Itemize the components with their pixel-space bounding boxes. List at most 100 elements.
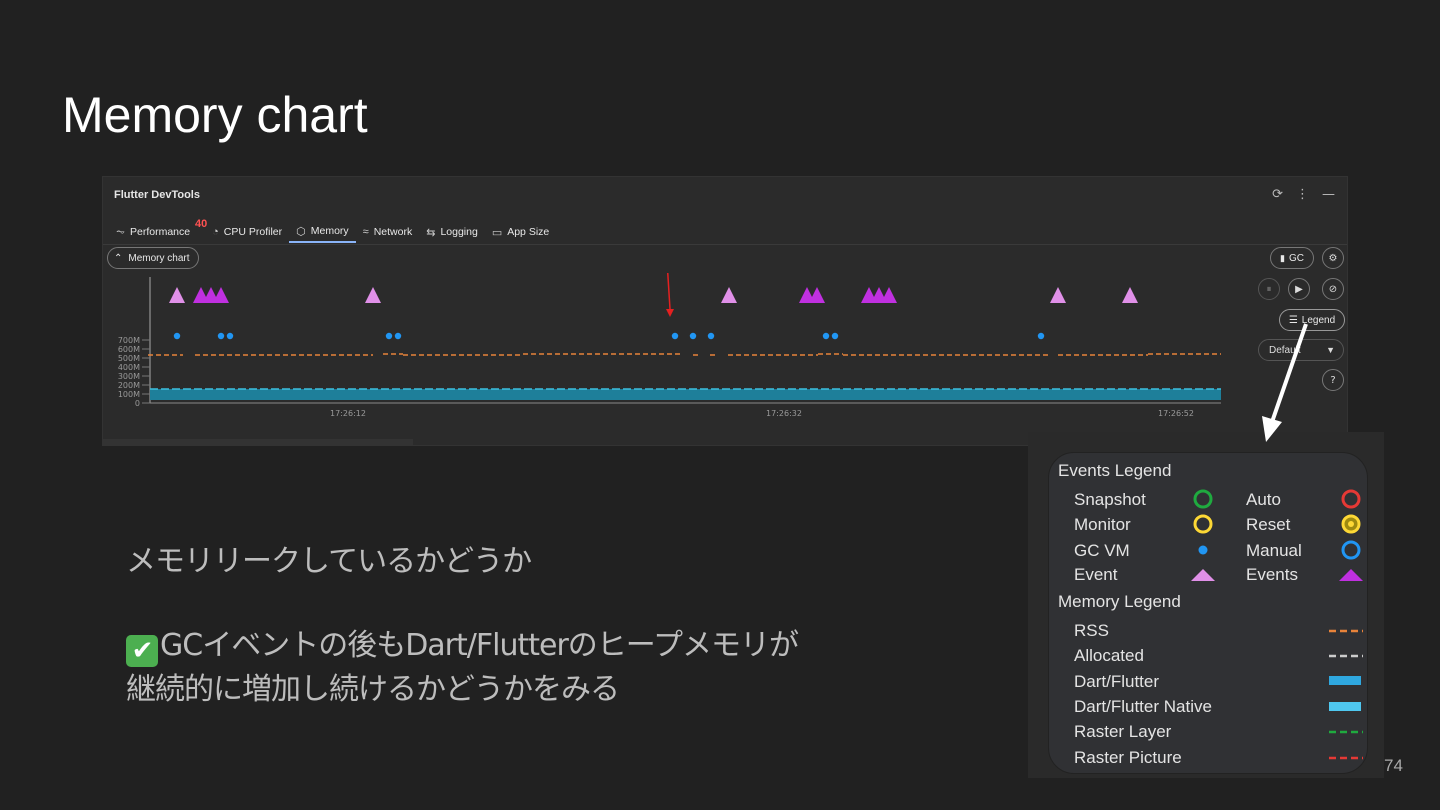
settings-button[interactable]: ⚙	[1322, 247, 1344, 269]
x-tick-label: 17:26:32	[766, 409, 802, 418]
y-tick-label: 400M	[118, 363, 140, 372]
y-tick-label: 0	[135, 399, 140, 408]
gc-label: GC	[1288, 252, 1304, 264]
more-vert-icon[interactable]: ⋮	[1296, 187, 1309, 202]
snapshot-icon	[1193, 489, 1213, 509]
chevron-up-icon: ⌃	[114, 252, 123, 264]
tab-label: Logging	[440, 226, 478, 238]
y-tick-label: 700M	[118, 336, 140, 345]
event-marker	[365, 287, 381, 303]
performance-icon: ⏦	[116, 225, 125, 238]
event-marker	[721, 287, 737, 303]
gc-vm-dot	[671, 332, 679, 340]
pause-icon: ⏸	[1266, 283, 1272, 295]
body-line-2: ✔ GCイベントの後もDart/Flutterのヒープメモリが	[126, 620, 799, 667]
memory-chart: 700M600M500M400M300M200M100M0 17:26:12 17…	[118, 273, 1221, 418]
minimize-icon[interactable]: —	[1322, 187, 1335, 202]
list-icon: ☰	[1288, 314, 1298, 326]
tab-divider	[103, 244, 1347, 245]
gc-vm-dot	[217, 332, 225, 340]
legend-dart-flutter: Dart/Flutter	[1074, 672, 1160, 691]
devtools-title: Flutter DevTools	[114, 189, 200, 201]
bottom-tab-strip	[103, 439, 413, 445]
dart-flutter-swatch	[1329, 676, 1361, 685]
y-tick-label: 300M	[118, 372, 140, 381]
body-line-3: 継続的に増加し続けるかどうかをみる	[126, 672, 620, 707]
block-icon: ⊘	[1328, 283, 1338, 295]
check-icon: ✔	[126, 635, 158, 667]
gc-vm-dot	[689, 332, 697, 340]
legend-dart-flutter-native: Dart/Flutter Native	[1074, 697, 1212, 716]
gc-vm-icon	[1198, 545, 1208, 555]
trash-icon: ▮	[1280, 252, 1285, 263]
tab-logging[interactable]: ⇆ Logging	[419, 221, 485, 243]
y-tick-label: 500M	[118, 354, 140, 363]
tab-network[interactable]: ≈ Network	[356, 221, 420, 243]
slide-title: Memory chart	[62, 87, 368, 143]
tab-cpu-profiler[interactable]: ◔ CPU Profiler	[205, 221, 289, 243]
legend-button[interactable]: ☰ Legend	[1279, 309, 1345, 331]
memory-chart-toggle[interactable]: ⌃ Memory chart	[107, 247, 199, 269]
x-tick-label: 17:26:12	[330, 409, 366, 418]
tab-label: CPU Profiler	[223, 226, 283, 238]
event-marker	[213, 287, 229, 303]
tab-performance[interactable]: ⏦ Performance 40	[109, 218, 207, 243]
event-markers	[169, 287, 1138, 303]
event-triangle-icon	[1191, 569, 1215, 581]
monitor-icon	[1193, 514, 1213, 534]
gc-vm-dot	[226, 332, 234, 340]
event-marker	[1122, 287, 1138, 303]
interval-value: Default	[1269, 344, 1301, 356]
help-icon: ?	[1330, 374, 1336, 386]
gc-vm-dot	[822, 332, 830, 340]
legend-raster-layer: Raster Layer	[1074, 722, 1172, 741]
gc-vm-dot	[1037, 332, 1045, 340]
event-marker	[881, 287, 897, 303]
gc-vm-dot	[385, 332, 393, 340]
gauge-icon: ◔	[212, 226, 219, 238]
gc-button[interactable]: ▮ GC	[1270, 247, 1314, 269]
tab-label: Memory	[310, 225, 349, 237]
gc-vm-dot	[831, 332, 839, 340]
rss-line	[148, 353, 1221, 356]
gc-vm-dot	[707, 332, 715, 340]
devtools-panel: Flutter DevTools ⟳ ⋮ — ⏦ Performance 40 …	[102, 176, 1348, 446]
cube-icon: ⬡	[296, 225, 306, 238]
interval-select[interactable]: Default ▼	[1258, 339, 1344, 361]
play-icon: ▶	[1295, 283, 1303, 295]
tab-label: Network	[373, 226, 413, 238]
refresh-icon[interactable]: ⟳	[1272, 187, 1283, 202]
legend-label: Legend	[1301, 314, 1336, 326]
dropdown-arrow-icon: ▼	[1326, 345, 1335, 355]
red-arrow-annotation	[666, 273, 671, 310]
event-marker	[809, 287, 825, 303]
help-button[interactable]: ?	[1322, 369, 1344, 391]
tab-memory[interactable]: ⬡ Memory	[289, 221, 356, 243]
legend-raster-picture: Raster Picture	[1074, 748, 1182, 767]
clear-button[interactable]: ⊘	[1322, 278, 1344, 300]
x-tick-label: 17:26:52	[1158, 409, 1194, 418]
x-ticks: 17:26:12 17:26:32 17:26:52	[330, 409, 1194, 418]
reset-icon-center	[1348, 521, 1354, 527]
y-ticks: 700M600M500M400M300M200M100M0	[118, 336, 150, 408]
logging-icon: ⇆	[426, 226, 436, 239]
gc-vm-dot	[173, 332, 181, 340]
legend-inset: Events Legend Snapshot Auto Monitor Rese…	[1028, 432, 1384, 778]
y-tick-label: 600M	[118, 345, 140, 354]
folder-icon: ▭	[491, 226, 503, 239]
window-controls: ⟳ ⋮ —	[1272, 187, 1335, 202]
auto-icon	[1341, 489, 1361, 509]
gear-icon: ⚙	[1328, 252, 1338, 264]
gc-vm-dot	[394, 332, 402, 340]
dart-flutter-native-swatch	[1329, 702, 1361, 711]
wifi-icon: ≈	[362, 226, 369, 238]
gc-vm-markers	[173, 332, 1045, 340]
devtools-titlebar: Flutter DevTools ⟳ ⋮ —	[103, 177, 1347, 215]
tab-app-size[interactable]: ▭ App Size	[485, 221, 556, 243]
pause-button[interactable]: ⏸	[1258, 278, 1280, 300]
memory-legend-title: Memory Legend	[1058, 592, 1181, 611]
tab-label: Performance	[130, 226, 191, 238]
red-arrow-head	[666, 309, 674, 317]
body-line-1: メモリリークしているかどうか	[126, 544, 532, 579]
resume-button[interactable]: ▶	[1288, 278, 1310, 300]
